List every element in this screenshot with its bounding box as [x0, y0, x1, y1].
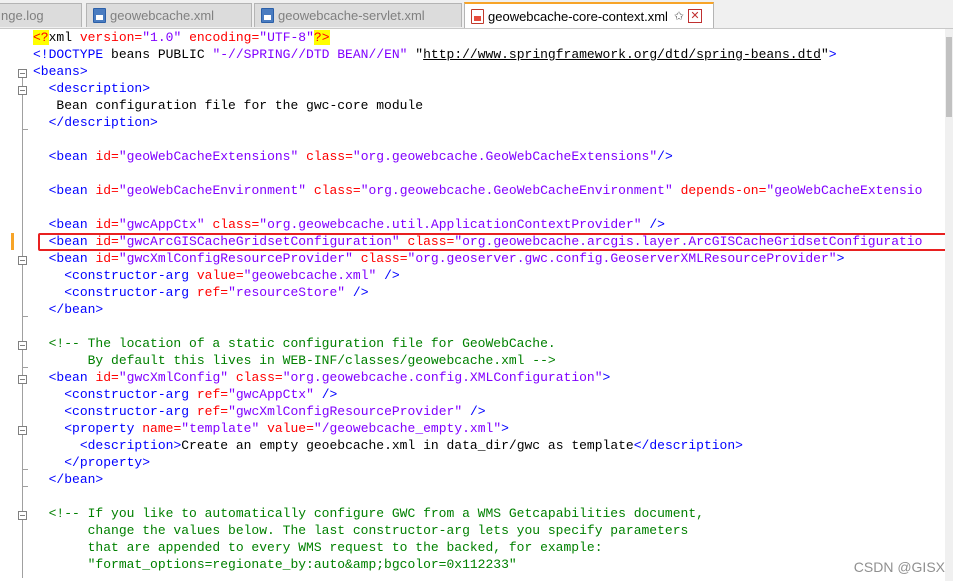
code-line[interactable]: </bean> [33, 301, 922, 318]
code-line[interactable]: <constructor-arg ref="gwcXmlConfigResour… [33, 403, 922, 420]
code-lines: <?xml version="1.0" encoding="UTF-8"?> <!… [33, 29, 922, 573]
code-line[interactable] [33, 165, 922, 182]
fold-end [22, 486, 28, 487]
code-line[interactable]: <description> [33, 80, 922, 97]
fold-toggle-bean-resource[interactable] [18, 256, 27, 265]
fold-toggle-comment[interactable] [18, 341, 27, 350]
code-line[interactable]: change the values below. The last constr… [33, 522, 922, 539]
fold-guide [22, 78, 23, 578]
code-line[interactable]: </bean> [33, 471, 922, 488]
fold-end [22, 129, 28, 130]
fold-toggle-property[interactable] [18, 426, 27, 435]
code-line[interactable]: <!-- The location of a static configurat… [33, 335, 922, 352]
code-line[interactable]: Bean configuration file for the gwc-core… [33, 97, 922, 114]
tab-label: geowebcache.xml [110, 8, 215, 23]
code-line[interactable]: <!DOCTYPE beans PUBLIC "-//SPRING//DTD B… [33, 46, 922, 63]
code-line[interactable] [33, 318, 922, 335]
code-line[interactable]: <bean id="geoWebCacheExtensions" class="… [33, 148, 922, 165]
fold-end [22, 316, 28, 317]
tab-label: geowebcache-servlet.xml [278, 8, 425, 23]
code-line[interactable]: <bean id="gwcXmlConfigResourceProvider" … [33, 250, 922, 267]
code-line[interactable]: <constructor-arg ref="gwcAppCtx" /> [33, 386, 922, 403]
fold-end [22, 469, 28, 470]
code-line[interactable]: that are appended to every WMS request t… [33, 539, 922, 556]
tab-label: geowebcache-core-context.xml [488, 8, 668, 24]
code-line[interactable]: <?xml version="1.0" encoding="UTF-8"?> [33, 29, 922, 46]
scrollbar-thumb[interactable] [946, 37, 952, 117]
fold-toggle-bean-xmlconfig[interactable] [18, 375, 27, 384]
code-line[interactable]: <beans> [33, 63, 922, 80]
fold-toggle-beans[interactable] [18, 69, 27, 78]
code-editor[interactable]: <?xml version="1.0" encoding="UTF-8"?> <!… [0, 29, 950, 581]
file-icon [471, 8, 484, 24]
file-icon [261, 8, 274, 23]
tab-geowebcache-xml[interactable]: geowebcache.xml [86, 3, 252, 27]
tab-geowebcache-core-context-xml[interactable]: geowebcache-core-context.xml ✩ ✕ [464, 2, 714, 28]
tab-label: nge.log [1, 8, 44, 23]
vertical-scrollbar[interactable] [945, 29, 953, 581]
code-line[interactable]: By default this lives in WEB-INF/classes… [33, 352, 922, 369]
tab-bar: nge.log geowebcache.xml geowebcache-serv… [0, 0, 953, 29]
code-line[interactable]: <description>Create an empty geoebcache.… [33, 437, 922, 454]
fold-end [22, 367, 28, 368]
code-line[interactable]: <!-- If you like to automatically config… [33, 505, 922, 522]
code-line[interactable]: <constructor-arg ref="resourceStore" /> [33, 284, 922, 301]
code-line[interactable]: </description> [33, 114, 922, 131]
code-line[interactable] [33, 131, 922, 148]
code-line[interactable]: "format_options=regionate_by:auto&amp;bg… [33, 556, 922, 573]
highlight-box [38, 233, 950, 251]
code-line[interactable]: <bean id="geoWebCacheEnvironment" class=… [33, 182, 923, 199]
code-line[interactable]: <bean id="gwcAppCtx" class="org.geowebca… [33, 216, 922, 233]
pin-icon[interactable]: ✩ [674, 9, 684, 23]
code-line[interactable]: <property name="template" value="/geoweb… [33, 420, 922, 437]
tab-change-log[interactable]: nge.log [0, 3, 82, 27]
code-line[interactable]: </property> [33, 454, 922, 471]
code-line[interactable]: <constructor-arg value="geowebcache.xml"… [33, 267, 922, 284]
close-icon[interactable]: ✕ [687, 9, 702, 23]
fold-toggle-comment-2[interactable] [18, 511, 27, 520]
file-icon [93, 8, 106, 23]
watermark: CSDN @GISX [853, 559, 945, 575]
fold-toggle-description[interactable] [18, 86, 27, 95]
change-marker [11, 233, 14, 250]
code-line[interactable] [33, 488, 922, 505]
tab-geowebcache-servlet-xml[interactable]: geowebcache-servlet.xml [254, 3, 462, 27]
code-line[interactable] [33, 199, 922, 216]
code-line[interactable]: <bean id="gwcXmlConfig" class="org.geowe… [33, 369, 922, 386]
